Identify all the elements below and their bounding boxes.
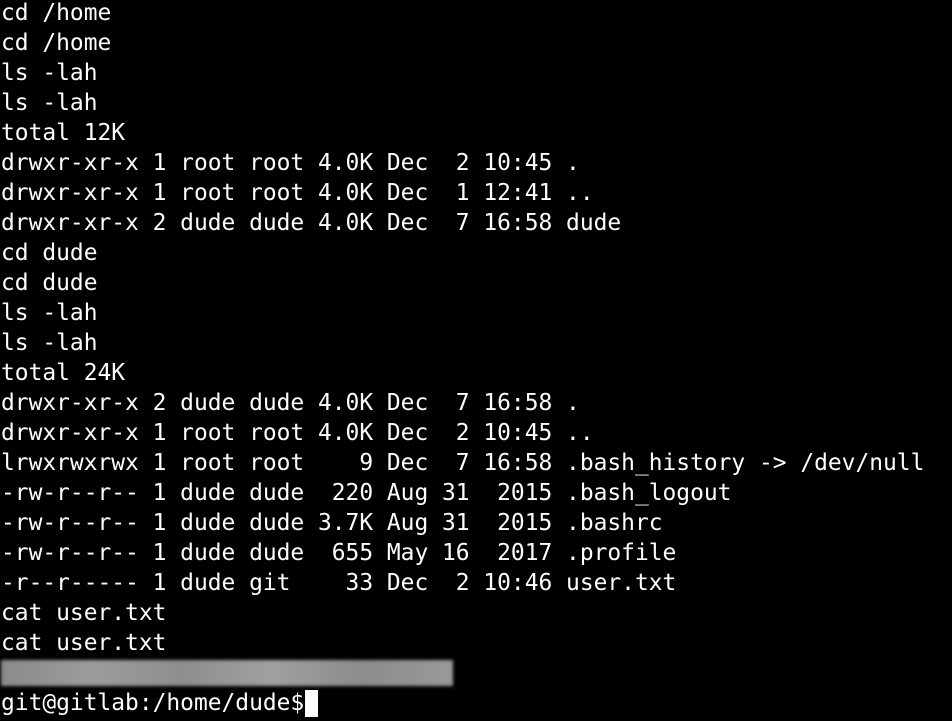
terminal-line: drwxr-xr-x 1 root root 4.0K Dec 1 12:41 … bbox=[1, 180, 594, 206]
terminal-line: -rw-r--r-- 1 dude dude 220 Aug 31 2015 .… bbox=[1, 480, 732, 506]
terminal-line: -r--r----- 1 dude git 33 Dec 2 10:46 use… bbox=[1, 570, 677, 596]
terminal-line: lrwxrwxrwx 1 root root 9 Dec 7 16:58 .ba… bbox=[1, 450, 925, 476]
redaction-blur bbox=[1, 660, 453, 686]
terminal-line: total 24K bbox=[1, 360, 126, 386]
terminal-line: cd /home bbox=[1, 30, 112, 56]
terminal-line: -rw-r--r-- 1 dude dude 3.7K Aug 31 2015 … bbox=[1, 510, 663, 536]
terminal-line: total 12K bbox=[1, 120, 126, 146]
redacted-output bbox=[1, 658, 951, 688]
terminal-line: ls -lah bbox=[1, 60, 98, 86]
terminal-line: cd dude bbox=[1, 240, 98, 266]
terminal-line: drwxr-xr-x 1 root root 4.0K Dec 2 10:45 … bbox=[1, 420, 594, 446]
terminal-line: drwxr-xr-x 1 root root 4.0K Dec 2 10:45 … bbox=[1, 150, 580, 176]
terminal-line: ls -lah bbox=[1, 90, 98, 116]
terminal-line: cd dude bbox=[1, 270, 98, 296]
terminal-line: ls -lah bbox=[1, 300, 98, 326]
terminal-line: drwxr-xr-x 2 dude dude 4.0K Dec 7 16:58 … bbox=[1, 210, 622, 236]
text-cursor bbox=[305, 689, 319, 717]
terminal-line: -rw-r--r-- 1 dude dude 655 May 16 2017 .… bbox=[1, 540, 677, 566]
shell-prompt: git@gitlab:/home/dude$ bbox=[1, 690, 305, 716]
terminal-line: drwxr-xr-x 2 dude dude 4.0K Dec 7 16:58 … bbox=[1, 390, 580, 416]
prompt-line[interactable]: git@gitlab:/home/dude$ bbox=[1, 688, 951, 718]
terminal-line: cat user.txt bbox=[1, 600, 167, 626]
terminal-line: cat user.txt bbox=[1, 630, 167, 656]
terminal-window[interactable]: cd /home cd /home ls -lah ls -lah total … bbox=[1, 0, 951, 718]
terminal-line: ls -lah bbox=[1, 330, 98, 356]
terminal-line: cd /home bbox=[1, 0, 112, 26]
